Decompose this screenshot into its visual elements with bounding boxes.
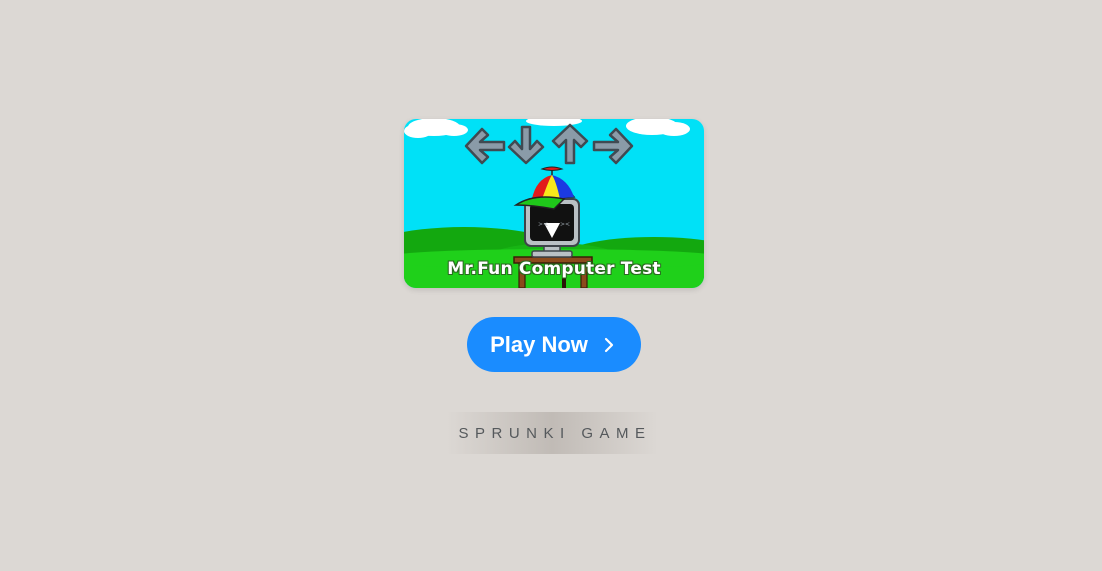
svg-text:><: >< [538,221,548,228]
brand-text: SPRUNKI GAME [458,424,652,442]
chevron-right-icon [600,336,618,354]
svg-text:><: >< [560,221,570,228]
play-now-label: Play Now [490,331,588,357]
game-title: Mr.Fun Computer Test [447,259,661,279]
game-landing: >< >< Mr.Fun Computer Test Play Now SPRU… [0,0,1102,571]
game-thumbnail[interactable]: >< >< Mr.Fun Computer Test [404,119,704,288]
play-now-button[interactable]: Play Now [467,317,641,372]
brand-banner: SPRUNKI GAME [446,412,658,454]
